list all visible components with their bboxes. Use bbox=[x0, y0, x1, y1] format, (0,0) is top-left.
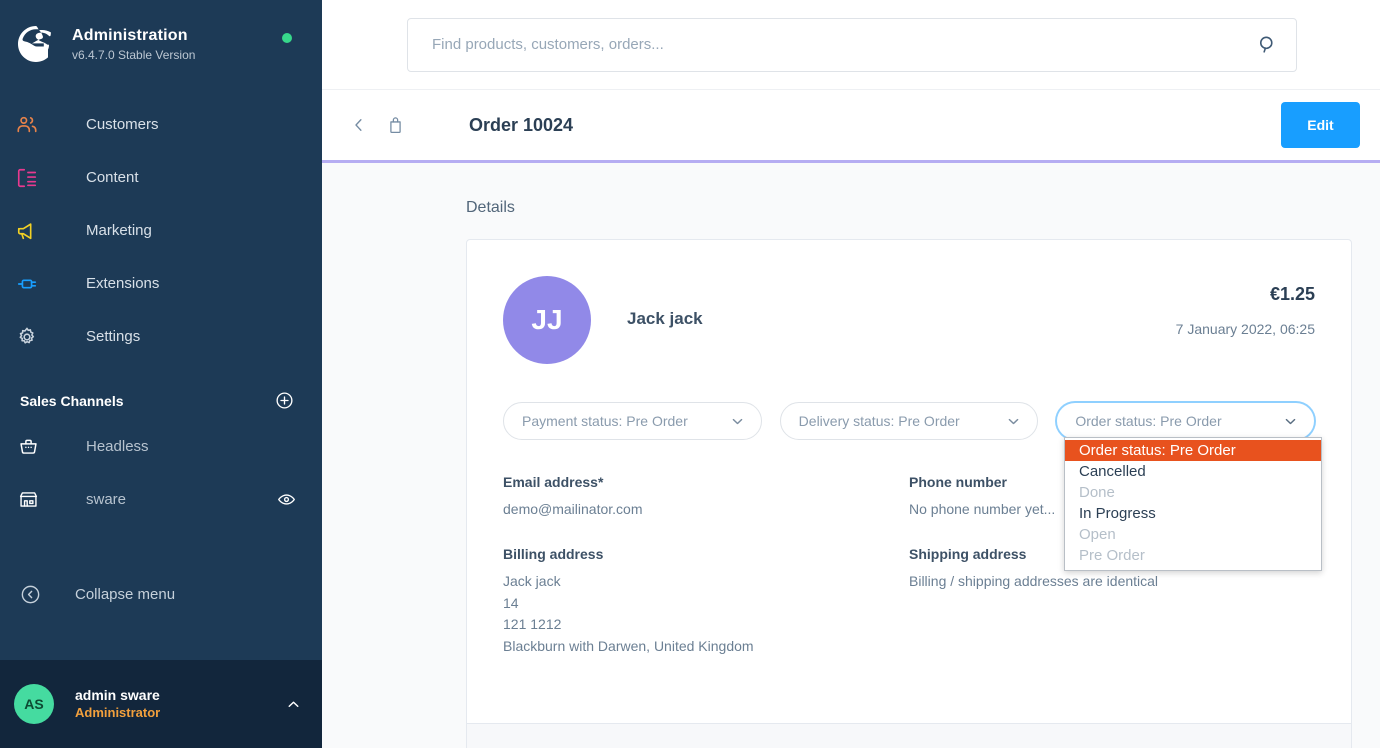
order-date: 7 January 2022, 06:25 bbox=[1175, 321, 1315, 337]
edit-button[interactable]: Edit bbox=[1281, 102, 1360, 148]
sidebar-item-settings[interactable]: Settings bbox=[0, 310, 322, 363]
sidebar-item-extensions[interactable]: Extensions bbox=[0, 257, 322, 310]
order-status-dropdown-list[interactable]: Order status: Pre Order Cancelled Done I… bbox=[1064, 437, 1322, 571]
payment-status-label: Payment status: Pre Order bbox=[522, 413, 688, 429]
email-field: Email address* demo@mailinator.com bbox=[503, 474, 909, 520]
chevron-up-icon[interactable] bbox=[285, 696, 302, 713]
sales-channels-title: Sales Channels bbox=[20, 392, 124, 409]
search-icon[interactable] bbox=[1257, 34, 1278, 55]
customer-avatar: JJ bbox=[503, 276, 591, 364]
sales-channel-item-headless[interactable]: Headless bbox=[0, 420, 322, 473]
dropdown-option[interactable]: Cancelled bbox=[1065, 461, 1321, 482]
user-role: Administrator bbox=[75, 705, 161, 720]
billing-address-line: 14 bbox=[503, 594, 519, 611]
main-area: Order 10024 Edit Details JJ Jack jack €1… bbox=[322, 0, 1380, 748]
billing-address-label: Billing address bbox=[503, 546, 604, 562]
global-search-bar bbox=[322, 0, 1380, 90]
order-card-footer: Sales Channel Order language bbox=[467, 723, 1351, 748]
chevron-down-icon bbox=[1006, 414, 1021, 429]
storefront-icon bbox=[18, 489, 46, 510]
billing-address-field: Billing address Jack jack 14 121 1212 Bl… bbox=[503, 546, 909, 657]
eye-icon[interactable] bbox=[277, 490, 296, 509]
customer-name: Jack jack bbox=[627, 309, 703, 328]
collapse-menu-button[interactable]: Collapse menu bbox=[0, 572, 322, 616]
chevron-down-icon bbox=[1283, 414, 1298, 429]
shopping-bag-icon[interactable] bbox=[380, 110, 411, 141]
brand-title: Administration bbox=[72, 26, 188, 44]
marketing-icon bbox=[16, 220, 50, 242]
customers-icon bbox=[16, 114, 50, 136]
shipping-address-value: Billing / shipping addresses are identic… bbox=[909, 573, 1159, 589]
billing-address-line: 121 1212 bbox=[503, 616, 562, 632]
settings-gear-icon bbox=[16, 326, 50, 348]
sidebar-item-label: Settings bbox=[86, 328, 141, 345]
sales-channels-header: Sales Channels bbox=[0, 363, 322, 420]
delivery-status-label: Delivery status: Pre Order bbox=[798, 413, 960, 429]
billing-address-line: Jack jack bbox=[503, 573, 561, 589]
order-total-amount: €1.25 bbox=[1269, 284, 1315, 304]
chevron-down-icon bbox=[730, 414, 745, 429]
status-selects-row: Payment status: Pre Order Delivery statu… bbox=[503, 402, 1316, 440]
page-title: Order 10024 bbox=[469, 114, 574, 135]
email-value: demo@mailinator.com bbox=[503, 501, 643, 517]
extensions-icon bbox=[16, 273, 50, 295]
email-label: Email address* bbox=[503, 474, 604, 490]
sidebar-item-content[interactable]: Content bbox=[0, 151, 322, 204]
smart-bar: Order 10024 Edit bbox=[322, 90, 1380, 163]
sales-channel-label: sware bbox=[86, 491, 127, 508]
payment-status-select[interactable]: Payment status: Pre Order bbox=[503, 402, 762, 440]
customer-summary-row: JJ Jack jack €1.25 7 January 2022, 06:25 bbox=[503, 276, 1315, 364]
sidebar-item-marketing[interactable]: Marketing bbox=[0, 204, 322, 257]
main-navigation: Customers Content Marketing Extensions S… bbox=[0, 98, 322, 363]
billing-address-line: Blackburn with Darwen, United Kingdom bbox=[503, 637, 754, 654]
sidebar-item-label: Marketing bbox=[86, 222, 152, 239]
plus-circle-icon[interactable] bbox=[275, 391, 294, 410]
details-heading: Details bbox=[466, 199, 515, 216]
dropdown-option: Done bbox=[1079, 484, 1115, 501]
dropdown-option: Open bbox=[1079, 526, 1116, 543]
user-profile-bar[interactable]: AS admin sware Administrator bbox=[0, 660, 322, 748]
chevron-left-circle-icon bbox=[20, 584, 41, 605]
sidebar: Administration v6.4.7.0 Stable Version C… bbox=[0, 0, 322, 748]
admin-app: Administration v6.4.7.0 Stable Version C… bbox=[0, 0, 1380, 748]
dropdown-option[interactable]: In Progress bbox=[1065, 503, 1321, 524]
sales-channel-item-sware[interactable]: sware bbox=[0, 473, 322, 526]
collapse-menu-label: Collapse menu bbox=[75, 585, 176, 603]
dropdown-option: Pre Order bbox=[1079, 547, 1145, 564]
basket-icon bbox=[18, 436, 46, 457]
content-icon bbox=[16, 167, 50, 189]
chevron-left-icon[interactable] bbox=[344, 110, 374, 140]
order-status-label: Order status: Pre Order bbox=[1075, 413, 1222, 429]
sidebar-item-customers[interactable]: Customers bbox=[0, 98, 322, 151]
order-status-select[interactable]: Order status: Pre Order bbox=[1056, 402, 1316, 440]
search-input[interactable] bbox=[432, 36, 1257, 53]
status-dot-icon bbox=[282, 33, 292, 43]
sales-channel-label: Headless bbox=[86, 438, 149, 455]
user-name: admin sware bbox=[75, 687, 160, 703]
sidebar-item-label: Extensions bbox=[86, 275, 160, 292]
sidebar-item-label: Content bbox=[86, 169, 139, 186]
sidebar-item-label: Customers bbox=[86, 116, 159, 133]
dropdown-option[interactable]: Order status: Pre Order bbox=[1065, 440, 1321, 461]
avatar: AS bbox=[14, 684, 54, 724]
shopware-logo-icon bbox=[16, 24, 56, 64]
search-field-wrapper[interactable] bbox=[407, 17, 1297, 72]
brand-version: v6.4.7.0 Stable Version bbox=[72, 47, 196, 62]
delivery-status-select[interactable]: Delivery status: Pre Order bbox=[779, 402, 1039, 440]
fields-left-column: Email address* demo@mailinator.com Billi… bbox=[503, 474, 909, 683]
brand-header[interactable]: Administration v6.4.7.0 Stable Version bbox=[0, 0, 322, 84]
